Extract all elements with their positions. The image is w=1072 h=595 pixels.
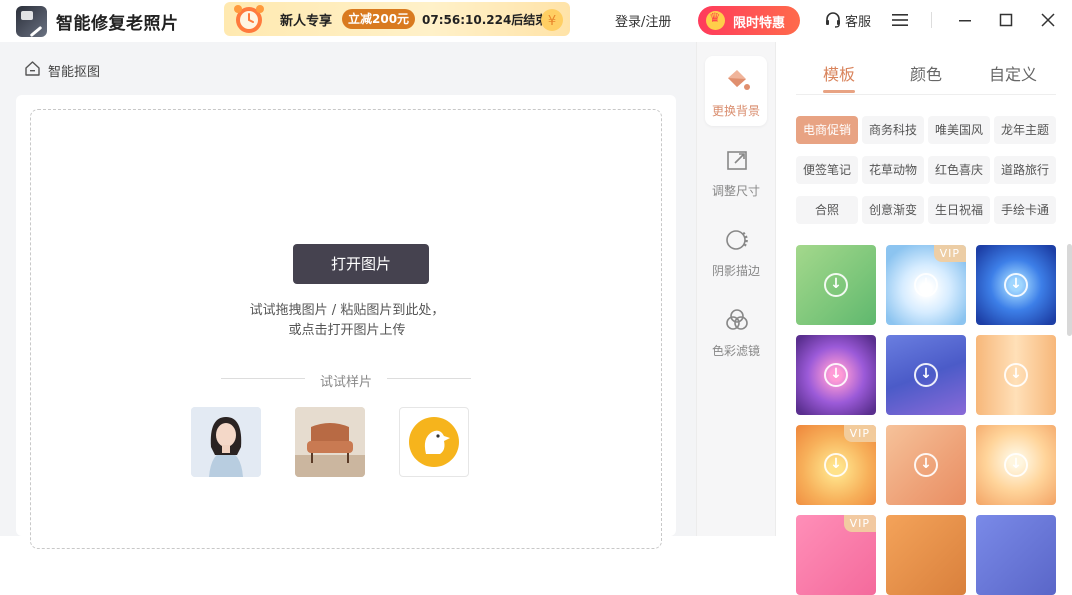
template-thumb[interactable] [796, 335, 876, 415]
minimize-icon[interactable] [955, 10, 975, 30]
category-chip[interactable]: 龙年主题 [994, 116, 1056, 144]
shadow-icon [726, 230, 748, 250]
category-chip[interactable]: 唯美国风 [928, 116, 990, 144]
armchair-thumbnail [295, 407, 365, 477]
template-panel: 模板 颜色 自定义 电商促销 商务科技 唯美国风 龙年主题 便签笔记 花草动物 … [776, 42, 1072, 595]
category-chip[interactable]: 生日祝福 [928, 196, 990, 224]
close-icon[interactable] [1038, 10, 1058, 30]
gift-icon: ¥ [541, 9, 563, 31]
home-icon[interactable] [24, 60, 41, 77]
customer-service-link[interactable]: 客服 [845, 11, 871, 30]
tool-shadow-outline[interactable]: 阴影描边 [705, 216, 767, 286]
download-icon [1004, 453, 1028, 477]
title-bar: 智能修复老照片 新人专享 立减200元 07:56:10.224后结束 ¥ 登录… [0, 0, 1072, 42]
special-offer-button[interactable]: 限时特惠 [698, 6, 800, 35]
vip-badge: VIP [843, 515, 876, 532]
sample-portrait[interactable] [191, 407, 261, 477]
alarm-clock-icon [234, 5, 264, 33]
template-thumb[interactable] [796, 245, 876, 325]
login-register-link[interactable]: 登录/注册 [615, 11, 671, 30]
maximize-icon[interactable] [996, 10, 1016, 30]
promo-countdown: 07:56:10.224后结束 [422, 13, 548, 27]
tab-custom[interactable]: 自定义 [989, 61, 1037, 85]
download-icon [824, 363, 848, 387]
category-chip[interactable]: 商务科技 [862, 116, 924, 144]
category-chip[interactable]: 红色喜庆 [928, 156, 990, 184]
app-title: 智能修复老照片 [56, 14, 179, 34]
template-thumb[interactable] [886, 335, 966, 415]
promo-text: 新人专享 [280, 14, 333, 29]
template-thumb[interactable]: VIP [796, 515, 876, 595]
sample-label: 试试样片 [319, 375, 372, 390]
category-chip[interactable]: 花草动物 [862, 156, 924, 184]
drop-hint-line2: 或点击打开图片上传 [288, 323, 406, 338]
breadcrumb: 智能抠图 [48, 65, 101, 80]
template-thumb[interactable] [976, 245, 1056, 325]
category-chip[interactable]: 手绘卡通 [994, 196, 1056, 224]
active-tab-indicator [823, 90, 855, 93]
canvas-panel: 打开图片 试试拖拽图片 / 粘贴图片到此处， 或点击打开图片上传 试试样片 [16, 95, 676, 549]
headset-icon[interactable] [824, 11, 842, 29]
download-icon [914, 453, 938, 477]
tool-label: 更换背景 [711, 104, 760, 118]
vip-badge: VIP [933, 245, 966, 262]
category-chip[interactable]: 创意渐变 [862, 196, 924, 224]
app-logo-icon [16, 6, 47, 37]
template-thumb[interactable] [886, 515, 966, 595]
tool-label: 阴影描边 [711, 264, 760, 278]
template-thumb[interactable] [886, 425, 966, 505]
category-chip[interactable]: 电商促销 [796, 116, 858, 144]
tool-resize[interactable]: 调整尺寸 [705, 136, 767, 206]
paint-bucket-icon [728, 70, 750, 90]
tab-templates[interactable]: 模板 [823, 61, 855, 85]
tool-change-background[interactable]: 更换背景 [705, 56, 767, 126]
template-thumb[interactable] [976, 515, 1056, 595]
drop-hint-line1: 试试拖拽图片 / 粘贴图片到此处， [249, 303, 445, 318]
titlebar-divider [931, 12, 932, 28]
portrait-thumbnail [191, 407, 261, 477]
template-thumb[interactable] [976, 425, 1056, 505]
color-filter-icon [726, 309, 748, 330]
download-icon [1004, 273, 1028, 297]
download-icon [824, 453, 848, 477]
template-thumb[interactable]: VIP [796, 425, 876, 505]
tool-color-filter[interactable]: 色彩滤镜 [705, 296, 767, 366]
sample-armchair[interactable] [295, 407, 365, 477]
sample-logo[interactable] [399, 407, 469, 477]
resize-icon [727, 151, 747, 170]
tool-label: 色彩滤镜 [711, 344, 760, 358]
tab-divider [796, 94, 1056, 95]
download-icon [1004, 363, 1028, 387]
template-thumb[interactable] [976, 335, 1056, 415]
sample-separator: 试试样片 [221, 371, 471, 390]
download-icon [914, 273, 938, 297]
promo-discount-badge: 立减200元 [342, 9, 416, 29]
tool-sidebar: 更换背景 调整尺寸 阴影描边 色彩滤镜 [696, 42, 776, 536]
special-offer-label: 限时特惠 [733, 16, 786, 31]
workspace: 智能抠图 打开图片 试试拖拽图片 / 粘贴图片到此处， 或点击打开图片上传 试试… [0, 42, 696, 549]
category-chip[interactable]: 道路旅行 [994, 156, 1056, 184]
crown-icon [706, 11, 725, 30]
tab-colors[interactable]: 颜色 [910, 61, 942, 85]
category-chip[interactable]: 便签笔记 [796, 156, 858, 184]
promo-banner[interactable]: 新人专享 立减200元 07:56:10.224后结束 ¥ [224, 2, 570, 36]
image-drop-zone[interactable]: 打开图片 试试拖拽图片 / 粘贴图片到此处， 或点击打开图片上传 试试样片 [30, 109, 662, 549]
template-thumb[interactable]: VIP [886, 245, 966, 325]
download-icon [824, 273, 848, 297]
panel-scrollbar[interactable] [1067, 244, 1072, 336]
tool-label: 调整尺寸 [711, 184, 760, 198]
vip-badge: VIP [843, 425, 876, 442]
svg-text:¥: ¥ [548, 14, 556, 29]
download-icon [914, 363, 938, 387]
open-image-button[interactable]: 打开图片 [293, 244, 429, 284]
menu-icon[interactable] [891, 12, 909, 28]
duck-logo-thumbnail [409, 417, 459, 467]
category-chip[interactable]: 合照 [796, 196, 858, 224]
